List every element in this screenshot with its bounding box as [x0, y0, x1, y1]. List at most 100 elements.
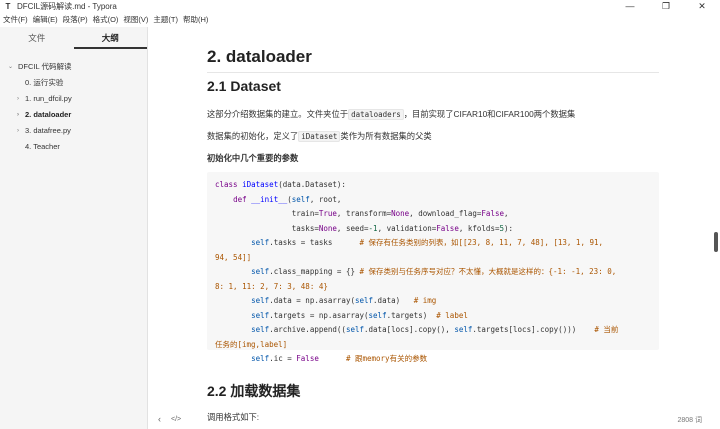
- menu-paragraph[interactable]: 段落(P): [63, 14, 88, 25]
- code-token: # 跟memory有关的参数: [345, 354, 428, 363]
- code-token: 任务的[img,label]: [215, 339, 288, 349]
- code-token: self: [251, 354, 270, 363]
- code-line: train=True, transform=None, download_fla…: [215, 207, 651, 222]
- outline-tree: ⌄ DFCIL 代码解读 0. 运行实验 › 1. run_dfcil.py ›…: [0, 49, 147, 155]
- outline-item-label: 4. Teacher: [25, 142, 60, 151]
- code-token: self: [251, 325, 270, 334]
- code-line: 任务的[img,label]: [215, 338, 651, 353]
- chevron-down-icon[interactable]: ⌄: [8, 59, 13, 75]
- close-button[interactable]: ✕: [684, 0, 720, 13]
- text: 类作为所有数据集的父类: [340, 131, 432, 141]
- heading-load-dataset: 2.2 加载数据集: [207, 383, 301, 399]
- code-block[interactable]: class iDataset(data.Dataset): def __init…: [207, 172, 659, 363]
- code-line: self.class_mapping = {} # 保存类别与任务序号对应？不太…: [215, 265, 651, 280]
- code-token: .ic =: [269, 354, 297, 363]
- outline-item-datafree[interactable]: › 3. datafree.py: [0, 123, 147, 139]
- text: 这部分介绍数据集的建立。文件夹位于: [207, 109, 349, 119]
- outline-item-label: 0. 运行实验: [25, 78, 64, 87]
- back-icon[interactable]: ‹: [158, 414, 161, 424]
- code-token: -1: [368, 223, 378, 233]
- inline-code: dataloaders: [348, 109, 404, 120]
- code-line: self.archive.append((self.data[locs].cop…: [215, 323, 651, 338]
- menu-help[interactable]: 帮助(H): [183, 14, 208, 25]
- window-title: DFCIL源码解读.md - Typora: [17, 2, 117, 11]
- chevron-right-icon[interactable]: ›: [17, 123, 19, 139]
- code-token: self: [454, 325, 473, 334]
- outline-item-teacher[interactable]: 4. Teacher: [0, 139, 147, 155]
- maximize-button[interactable]: ❐: [648, 0, 684, 13]
- code-token: tasks=: [215, 223, 319, 233]
- outline-item-dataloader[interactable]: › 2. dataloader: [0, 107, 147, 123]
- outline-item-run-experiment[interactable]: 0. 运行实验: [0, 75, 147, 91]
- code-line: def __init__(self, root,: [215, 193, 651, 208]
- paragraph-dataset-init: 数据集的初始化，定义了 iDataset 类作为所有数据集的父类: [207, 130, 432, 142]
- code-token: , transform=: [336, 209, 392, 218]
- code-token: 8: 1, 11: 2, 7: 3, 48: 4}: [215, 281, 328, 291]
- tab-files[interactable]: 文件: [0, 27, 74, 49]
- code-line: class iDataset(data.Dataset):: [215, 178, 651, 193]
- code-token: None: [318, 223, 337, 233]
- bottom-toolbar: ‹ </>: [148, 409, 208, 429]
- code-token: train=: [215, 209, 319, 218]
- code-token: (data.Dataset):: [278, 180, 346, 189]
- menu-bar: 文件(F) 编辑(E) 段落(P) 格式(O) 视图(V) 主题(T) 帮助(H…: [0, 13, 213, 25]
- code-token: , download_flag=: [409, 209, 482, 218]
- menu-edit[interactable]: 编辑(E): [33, 14, 58, 25]
- code-token: def: [233, 194, 252, 204]
- code-token: # 当前: [594, 325, 619, 334]
- outline-item-label: 3. datafree.py: [25, 126, 71, 135]
- code-token: , validation=: [377, 223, 437, 233]
- code-token: .class_mapping = {}: [269, 267, 360, 276]
- heading-rule: [207, 72, 659, 73]
- code-token: .data = np.asarray(: [269, 296, 355, 305]
- code-line: self.ic = False # 跟memory有关的参数: [215, 352, 651, 367]
- window-controls: — ❐ ✕: [612, 0, 720, 13]
- code-token: ):: [504, 223, 514, 233]
- outline-item-root[interactable]: ⌄ DFCIL 代码解读: [0, 59, 147, 75]
- heading-dataloader: 2. dataloader: [207, 47, 312, 66]
- paragraph-dataset-intro: 这部分介绍数据集的建立。文件夹位于 dataloaders ，目前实现了CIFAR1…: [207, 108, 575, 120]
- code-token: .data): [373, 296, 414, 305]
- code-token: # label: [436, 310, 468, 320]
- chevron-right-icon[interactable]: ›: [17, 107, 19, 123]
- minimize-button[interactable]: —: [612, 0, 648, 13]
- outline-item-label: 1. run_dfcil.py: [25, 94, 72, 103]
- scrollbar-thumb[interactable]: [714, 232, 718, 252]
- code-token: class: [215, 180, 243, 189]
- code-token: False: [436, 223, 459, 233]
- editor-area[interactable]: 2. dataloader 2.1 Dataset 这部分介绍数据集的建立。文件…: [149, 27, 720, 429]
- chevron-right-icon[interactable]: ›: [17, 91, 19, 107]
- code-token: .targets = np.asarray(: [269, 310, 369, 320]
- menu-format[interactable]: 格式(O): [93, 14, 119, 25]
- menu-view[interactable]: 视图(V): [123, 14, 148, 25]
- code-token: True: [318, 209, 337, 218]
- code-line: 94, 54]]: [215, 251, 651, 266]
- code-token: .archive.append((: [269, 325, 346, 334]
- text: 数据集的初始化，定义了: [207, 131, 299, 141]
- code-token: self: [368, 310, 387, 320]
- code-token: .targets[locs].copy())): [472, 325, 595, 334]
- code-token: self: [251, 310, 270, 320]
- code-token: False: [481, 209, 504, 218]
- text: ，目前实现了CIFAR10和CIFAR100两个数据集: [403, 109, 576, 119]
- code-token: None: [391, 209, 410, 218]
- code-token: self: [251, 267, 270, 276]
- sidebar: 文件 大纲 ⌄ DFCIL 代码解读 0. 运行实验 › 1. run_dfci…: [0, 27, 148, 429]
- code-token: self: [291, 194, 310, 204]
- paragraph-important-params: 初始化中几个重要的参数: [207, 153, 299, 163]
- code-token: self: [354, 296, 374, 305]
- source-code-mode-icon[interactable]: </>: [171, 416, 181, 423]
- outline-item-run-dfcil[interactable]: › 1. run_dfcil.py: [0, 91, 147, 107]
- tab-outline[interactable]: 大纲: [73, 27, 147, 49]
- title-bar: T DFCIL源码解读.md - Typora — ❐ ✕: [0, 0, 720, 13]
- menu-theme[interactable]: 主题(T): [153, 14, 178, 25]
- menu-file[interactable]: 文件(F): [3, 14, 28, 25]
- word-count[interactable]: 2808 词: [677, 415, 702, 425]
- outline-item-label: DFCIL 代码解读: [18, 62, 72, 71]
- sidebar-tabs: 文件 大纲: [0, 27, 147, 49]
- code-token: 94, 54]]: [215, 252, 252, 262]
